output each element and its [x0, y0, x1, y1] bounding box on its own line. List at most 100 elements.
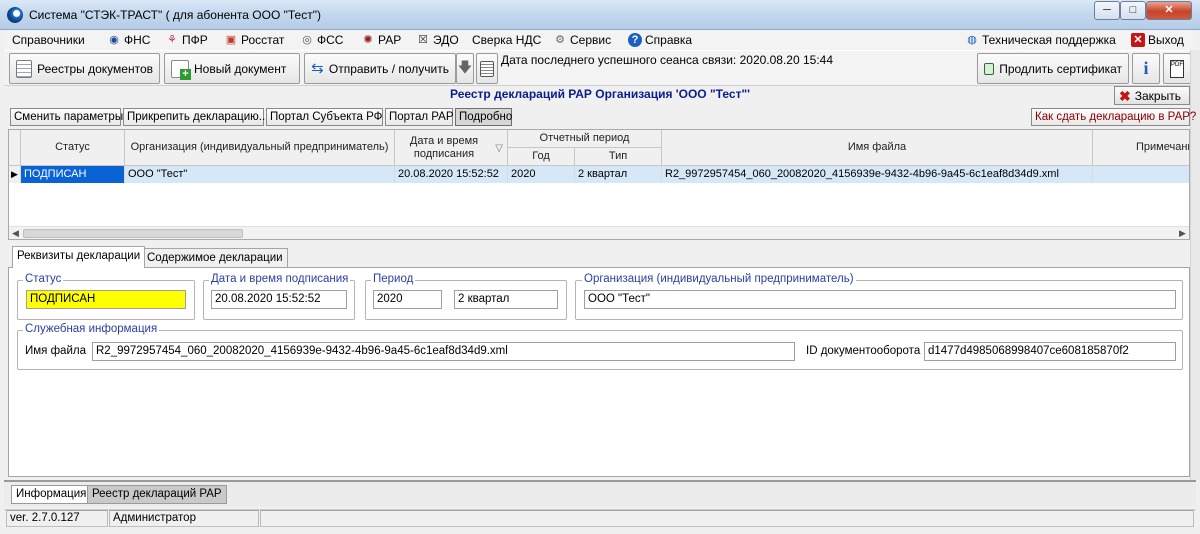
close-registry-label: Закрыть	[1134, 88, 1181, 103]
extend-certificate-label: Продлить сертификат	[999, 61, 1122, 76]
signed-group-label: Дата и время подписания	[209, 273, 351, 285]
scroll-left-icon[interactable]: ◀	[9, 227, 22, 239]
menu-rosstat[interactable]: ▣ Росстат	[224, 33, 285, 47]
docflow-id-field[interactable]: d1477d4985068998407ce608185870f2	[924, 342, 1176, 361]
registries-button[interactable]: Реестры документов	[9, 53, 160, 84]
menu-label: ФНС	[124, 33, 151, 47]
declarations-grid: Статус Организация (индивидуальный предп…	[8, 129, 1190, 240]
scroll-thumb[interactable]	[23, 229, 243, 238]
sync-icon: ⇆	[311, 59, 324, 77]
portal-subject-button[interactable]: Портал Субъекта РФ	[266, 108, 383, 126]
menu-rar[interactable]: ✺ РАР	[361, 33, 401, 47]
filename-field[interactable]: R2_9972957454_060_20082020_4156939e-9432…	[92, 342, 795, 361]
new-document-label: Новый документ	[194, 61, 287, 76]
period-year-field[interactable]: 2020	[373, 290, 442, 309]
bottom-tab-registry[interactable]: Реестр деклараций РАР	[87, 485, 227, 504]
service-info-label: Служебная информация	[23, 323, 160, 335]
new-document-button[interactable]: + Новый документ	[164, 53, 300, 84]
last-session-text: Дата последнего успешного сеанса связи: …	[501, 53, 834, 67]
how-to-submit-button[interactable]: Как сдать декларацию в РАР?	[1031, 108, 1196, 126]
header-status[interactable]: Статус	[21, 130, 125, 166]
horizontal-scrollbar[interactable]: ◀ ▶	[9, 226, 1189, 239]
title-bar[interactable]: Система "СТЭК-ТРАСТ" ( для абонента ООО …	[0, 0, 1200, 30]
extend-certificate-button[interactable]: Продлить сертификат	[977, 53, 1129, 84]
info-button[interactable]: i	[1132, 53, 1160, 84]
info-icon: i	[1143, 58, 1149, 78]
menu-servis[interactable]: ⚙ Сервис	[553, 33, 611, 47]
menu-label: ПФР	[182, 33, 208, 47]
menu-edo[interactable]: ☒ ЭДО	[416, 33, 459, 47]
toolbar: Реестры документов + Новый документ ⇆ От…	[4, 50, 1196, 86]
new-document-icon: +	[171, 59, 191, 80]
period-quarter-field[interactable]: 2 квартал	[454, 290, 558, 309]
organization-field[interactable]: ООО "Тест"	[584, 290, 1176, 309]
fns-icon: ◉	[109, 34, 119, 46]
close-registry-button[interactable]: ✖ Закрыть	[1114, 86, 1190, 105]
tab-contents[interactable]: Содержимое декларации	[142, 248, 288, 268]
close-window-button[interactable]: ✕	[1146, 1, 1192, 20]
document-stack-icon	[480, 60, 494, 77]
period-group-label: Период	[371, 273, 416, 285]
menu-label: Росстат	[241, 33, 285, 47]
gear-icon: ⚙	[555, 34, 565, 46]
menu-label: Техническая поддержка	[982, 33, 1116, 47]
menu-bar: Справочники ◉ ФНС ⚘ ПФР ▣ Росстат ◎ ФСС …	[4, 30, 1196, 50]
cell-status[interactable]: ПОДПИСАН	[21, 166, 125, 183]
header-label: Дата и время подписания	[409, 134, 479, 160]
status-field[interactable]: ПОДПИСАН	[26, 290, 186, 309]
change-params-button[interactable]: Сменить параметры	[10, 108, 123, 126]
maximize-button[interactable]: □	[1120, 1, 1146, 20]
header-organization[interactable]: Организация (индивидуальный предпринимат…	[125, 130, 395, 166]
menu-label: Выход	[1148, 33, 1184, 47]
window-title: Система "СТЭК-ТРАСТ" ( для абонента ООО …	[29, 8, 321, 22]
menu-fns[interactable]: ◉ ФНС	[107, 33, 150, 47]
pdf-button[interactable]: PDF	[1163, 53, 1191, 84]
status-version: ver. 2.7.0.127	[6, 510, 108, 527]
header-note[interactable]: Примечание	[1093, 130, 1189, 166]
docflow-id-label: ID документооборота	[806, 345, 921, 357]
menu-spravochniki[interactable]: Справочники	[12, 33, 85, 47]
bottom-tab-info[interactable]: Информация	[11, 485, 92, 504]
edo-icon: ☒	[418, 34, 428, 46]
details-panel: Статус ПОДПИСАН Дата и время подписания …	[8, 267, 1190, 477]
menu-fss[interactable]: ◎ ФСС	[300, 33, 343, 47]
receive-down-button[interactable]: 🡇	[456, 53, 474, 84]
header-signed-datetime[interactable]: Дата и время подписания ▽	[395, 130, 508, 166]
cell-organization[interactable]: ООО "Тест"	[125, 166, 395, 183]
cell-signed-datetime[interactable]: 20.08.2020 15:52:52	[395, 166, 508, 183]
portal-rar-button[interactable]: Портал РАР	[385, 108, 454, 126]
status-user: Администратор	[109, 510, 259, 527]
help-icon: ?	[628, 33, 642, 47]
signed-datetime-field[interactable]: 20.08.2020 15:52:52	[211, 290, 347, 309]
status-empty-cell	[260, 510, 1194, 527]
minimize-button[interactable]: ─	[1094, 1, 1120, 20]
header-type[interactable]: Тип	[575, 148, 662, 166]
print-registry-button[interactable]	[476, 53, 498, 84]
send-receive-button[interactable]: ⇆ Отправить / получить	[304, 53, 456, 84]
menu-label: Сервис	[570, 33, 612, 47]
menu-label: ФСС	[317, 33, 344, 47]
rar-icon: ✺	[363, 34, 373, 46]
header-year[interactable]: Год	[508, 148, 575, 166]
scroll-right-icon[interactable]: ▶	[1176, 227, 1189, 239]
menu-label: Справка	[645, 33, 693, 47]
sort-desc-icon: ▽	[495, 143, 503, 154]
fss-icon: ◎	[302, 34, 312, 46]
cell-filename[interactable]: R2_9972957454_060_20082020_4156939e-9432…	[662, 166, 1093, 183]
cell-note[interactable]	[1093, 166, 1189, 183]
details-toggle-button[interactable]: Подробно	[455, 108, 512, 126]
attach-declaration-button[interactable]: Прикрепить декларацию...	[123, 108, 268, 126]
menu-spravka[interactable]: ? Справка	[628, 33, 692, 47]
menu-exit[interactable]: ✕ Выход	[1131, 33, 1184, 47]
row-indicator-header	[9, 130, 21, 166]
pfr-icon: ⚘	[167, 34, 177, 46]
menu-support[interactable]: ◍ Техническая поддержка	[965, 33, 1116, 47]
menu-pfr[interactable]: ⚘ ПФР	[165, 33, 208, 47]
menu-sverka-nds[interactable]: Сверка НДС	[472, 33, 541, 47]
cell-type[interactable]: 2 квартал	[575, 166, 662, 183]
rosstat-icon: ▣	[225, 34, 237, 46]
header-filename[interactable]: Имя файла	[662, 130, 1093, 166]
menu-label: Справочники	[12, 33, 85, 47]
tab-details[interactable]: Реквизиты декларации	[12, 246, 146, 268]
cell-year[interactable]: 2020	[508, 166, 575, 183]
